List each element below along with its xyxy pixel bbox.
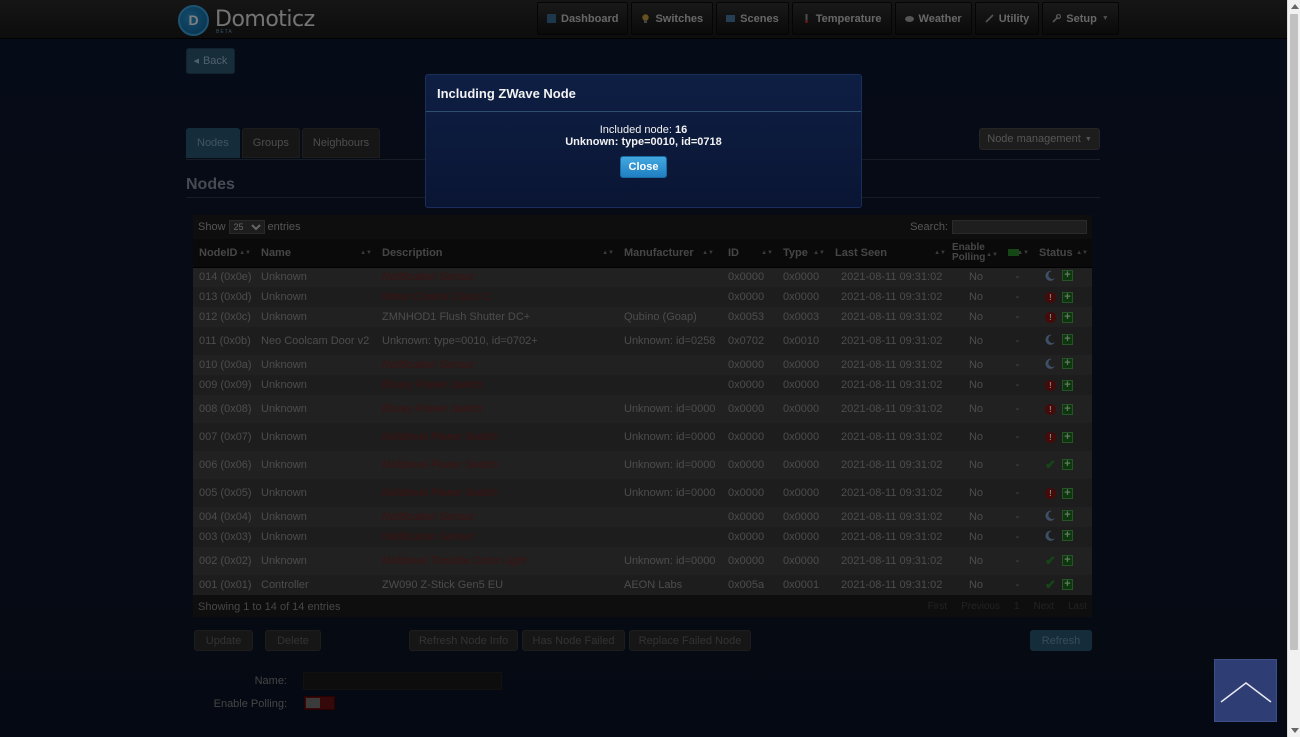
include-node-dialog: Including ZWave Node Included node: 16 U… bbox=[425, 74, 862, 208]
chevron-up-icon bbox=[1220, 682, 1272, 703]
dialog-body: Included node: 16 Unknown: type=0010, id… bbox=[426, 112, 861, 178]
scroll-up-icon[interactable] bbox=[1291, 4, 1299, 9]
dialog-title: Including ZWave Node bbox=[426, 75, 861, 112]
page: D Domoticz BETA Dashboard Switches Scene… bbox=[0, 0, 1287, 737]
close-button[interactable]: Close bbox=[620, 156, 667, 178]
included-node-line: Included node: 16 bbox=[426, 124, 861, 136]
vertical-scrollbar[interactable] bbox=[1287, 0, 1300, 737]
scroll-to-top-button[interactable] bbox=[1214, 659, 1277, 722]
scroll-down-icon[interactable] bbox=[1291, 728, 1299, 733]
scroll-thumb[interactable] bbox=[1290, 14, 1298, 650]
included-node-label: Included node: bbox=[599, 124, 672, 136]
unknown-type-line: Unknown: type=0010, id=0718 bbox=[565, 136, 722, 148]
included-node-value: 16 bbox=[674, 124, 688, 136]
